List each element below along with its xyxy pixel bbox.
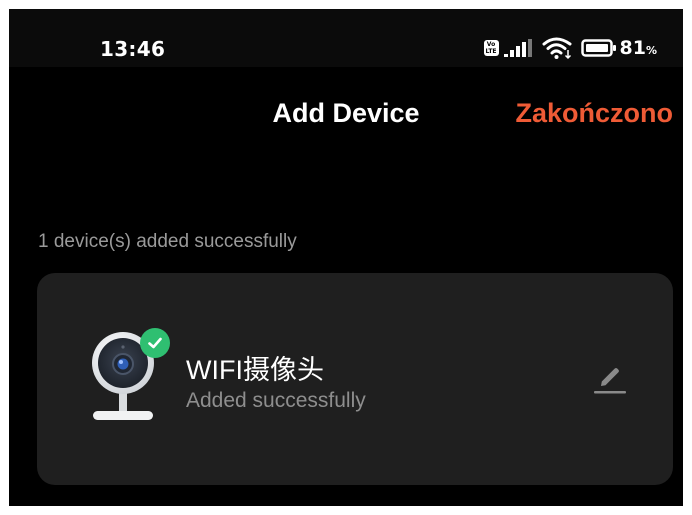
- device-name: WIFI摄像头: [186, 355, 324, 385]
- volte-label-bottom: LTE: [485, 48, 497, 55]
- battery-icon: [580, 39, 616, 57]
- battery-percent: 81%: [620, 37, 657, 59]
- signal-icon: [503, 39, 532, 57]
- volte-label-top: Vo: [486, 41, 496, 48]
- status-time: 13:46: [100, 37, 166, 61]
- app-screen: 13:46 Vo LTE 81% Add Device Zakończono 1…: [9, 9, 683, 506]
- device-status: Added successfully: [186, 389, 366, 412]
- edit-pencil-icon[interactable]: [590, 359, 630, 399]
- added-summary: 1 device(s) added successfully: [38, 231, 297, 252]
- status-icons: Vo LTE 81%: [483, 36, 657, 60]
- battery-percent-value: 81: [619, 37, 646, 59]
- wifi-icon: [542, 37, 572, 60]
- status-bar: 13:46 Vo LTE 81%: [9, 9, 683, 67]
- check-mark-icon: [148, 337, 162, 349]
- done-button[interactable]: Zakończono: [515, 98, 673, 129]
- volte-icon: Vo LTE: [483, 40, 499, 56]
- top-bar: Add Device Zakończono: [9, 67, 683, 159]
- device-card[interactable]: WIFI摄像头 Added successfully: [37, 273, 673, 485]
- battery-percent-unit: %: [645, 44, 657, 57]
- check-icon: [140, 328, 170, 358]
